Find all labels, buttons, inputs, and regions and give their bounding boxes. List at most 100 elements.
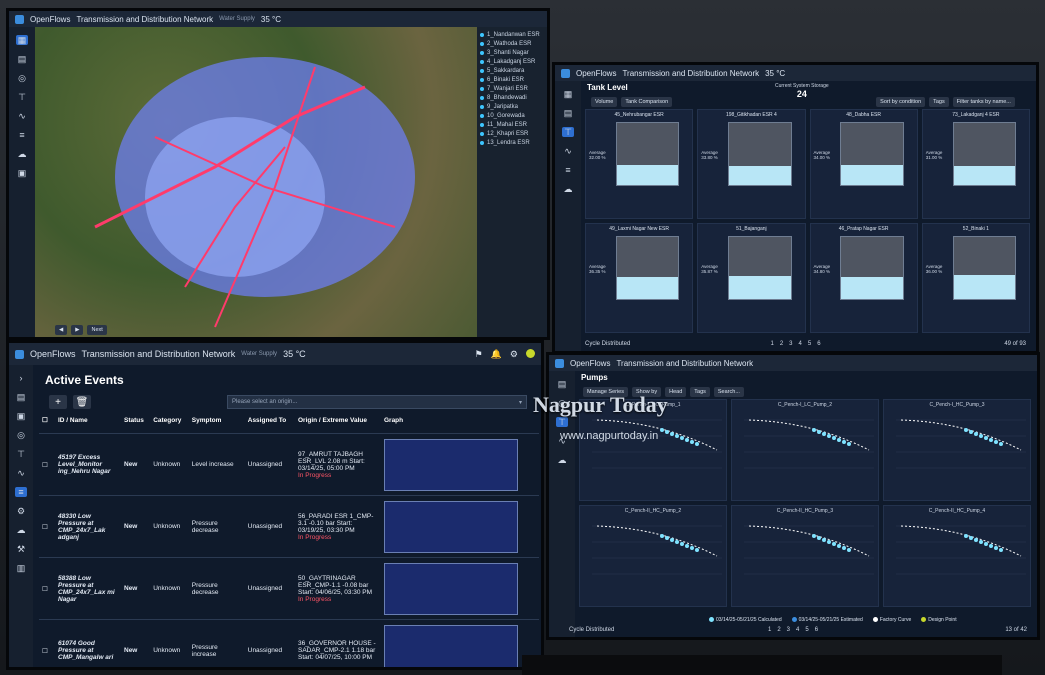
tank-card[interactable]: 48_Dabha ESR Average 34.00 %	[809, 109, 918, 219]
trend-icon[interactable]: ∿	[15, 468, 27, 478]
map-icon[interactable]: ▦	[562, 89, 574, 99]
events-icon[interactable]: ≡	[15, 487, 27, 497]
page-4[interactable]: 4	[796, 627, 799, 633]
chart-icon[interactable]: ▤	[556, 379, 568, 389]
layer-item[interactable]: 8_Bhandewadi	[480, 93, 544, 102]
tank-card[interactable]: 73_Lakadganj 4 ESR Average 31.00 %	[921, 109, 1030, 219]
network-title[interactable]: Transmission and Distribution Network	[616, 359, 753, 368]
settings-icon[interactable]: ⚙	[510, 349, 518, 360]
network-title[interactable]: Transmission and Distribution Network	[82, 349, 236, 359]
page-2[interactable]: 2	[777, 627, 780, 633]
expand-icon[interactable]: ›	[15, 373, 27, 383]
event-row[interactable]: ☐ 48330 Low Pressure at CMP_24x7_Lak adga…	[39, 495, 539, 558]
event-id-name[interactable]: 45197 Excess Level_Monitor ing_Nehru Nag…	[55, 433, 121, 496]
event-graph[interactable]	[380, 557, 539, 620]
page-1[interactable]: 1	[770, 341, 773, 347]
page-6[interactable]: 6	[817, 341, 820, 347]
tags-select[interactable]: Tags	[929, 97, 949, 107]
pump-icon[interactable]: ⊤	[556, 417, 568, 427]
event-id-name[interactable]: 61074 Good Pressure at CMP_Mangalw ari	[55, 619, 121, 667]
map-play-button[interactable]: ▶	[71, 325, 84, 335]
col-symptom[interactable]: Symptom	[188, 407, 245, 434]
network-title[interactable]: Transmission and Distribution Network	[622, 69, 759, 78]
map-next-button[interactable]: Next	[87, 325, 107, 335]
cloud-icon[interactable]: ☁	[562, 184, 574, 194]
pump-card[interactable]: C_Pench-I_HC_Pump_3	[883, 399, 1031, 501]
list-icon[interactable]: ≡	[562, 165, 574, 175]
event-graph[interactable]	[380, 433, 539, 496]
report-icon[interactable]: ▣	[15, 411, 27, 421]
event-graph[interactable]	[380, 495, 539, 558]
layer-item[interactable]: 4_Lakadganj ESR	[480, 57, 544, 66]
select-all-checkbox[interactable]: ☐	[39, 407, 55, 434]
head-select[interactable]: Head	[665, 387, 687, 397]
layer-item[interactable]: 10_Gorewada	[480, 111, 544, 120]
row-checkbox[interactable]: ☐	[39, 557, 55, 620]
gauge-icon[interactable]: ◎	[15, 430, 27, 440]
row-checkbox[interactable]: ☐	[39, 433, 55, 496]
col-id-name[interactable]: ID / Name	[55, 407, 121, 434]
sort-select[interactable]: Sort by condition	[876, 97, 926, 107]
layer-item[interactable]: 6_Binaki ESR	[480, 75, 544, 84]
pump-card[interactable]: C_Pench-II_HC_Pump_4	[883, 505, 1031, 607]
network-map[interactable]: ◀ ▶ Next	[35, 27, 477, 337]
page-1[interactable]: 1	[768, 627, 771, 633]
list-icon[interactable]: ≡	[16, 130, 28, 140]
tank-card[interactable]: 49_Laxmi Nagar New ESR Average 36.35 %	[585, 223, 694, 333]
cloud-icon[interactable]: ☁	[15, 525, 27, 535]
layer-item[interactable]: 11_Mahal ESR	[480, 120, 544, 129]
page-5[interactable]: 5	[805, 627, 808, 633]
pump-icon[interactable]: ⊤	[15, 449, 27, 459]
bell-icon[interactable]: 🔔	[491, 349, 502, 360]
row-checkbox[interactable]: ☐	[39, 495, 55, 558]
document-icon[interactable]: ▥	[15, 563, 27, 573]
tank-card[interactable]: 198_Gitikhadan ESR 4 Average 33.80 %	[697, 109, 806, 219]
tank-icon[interactable]: ⊤	[562, 127, 574, 137]
chart-icon[interactable]: ▤	[562, 108, 574, 118]
layer-item[interactable]: 13_Lendra ESR	[480, 138, 544, 147]
trend-icon[interactable]: ∿	[16, 111, 28, 121]
layer-item[interactable]: 5_Sakkardara	[480, 66, 544, 75]
chart-icon[interactable]: ▤	[15, 392, 27, 402]
event-id-name[interactable]: 48330 Low Pressure at CMP_24x7_Lak adgan…	[55, 495, 121, 558]
report-icon[interactable]: ▣	[16, 168, 28, 178]
map-prev-button[interactable]: ◀	[55, 325, 68, 335]
col-category[interactable]: Category	[150, 407, 189, 434]
event-row[interactable]: ☐ 45197 Excess Level_Monitor ing_Nehru Na…	[39, 433, 539, 496]
flag-icon[interactable]: ⚑	[475, 349, 483, 360]
user-avatar[interactable]	[526, 348, 535, 358]
layer-item[interactable]: 3_Shanti Nagar	[480, 48, 544, 57]
col-assigned[interactable]: Assigned To	[244, 407, 295, 434]
pump-search-input[interactable]: Search...	[713, 387, 744, 397]
pump-icon[interactable]: ⊤	[16, 92, 28, 102]
cloud-icon[interactable]: ☁	[556, 455, 568, 465]
cloud-icon[interactable]: ☁	[16, 149, 28, 159]
layer-item[interactable]: 2_Wathoda ESR	[480, 39, 544, 48]
pump-card[interactable]: C_Pench-I_LC_Pump_2	[731, 399, 879, 501]
layer-item[interactable]: 12_Khapri ESR	[480, 129, 544, 138]
page-5[interactable]: 5	[808, 341, 811, 347]
tools-icon[interactable]: ⚒	[15, 544, 27, 554]
row-checkbox[interactable]: ☐	[39, 619, 55, 667]
tags-select[interactable]: Tags	[690, 387, 710, 397]
gauge-icon[interactable]: ◎	[16, 73, 28, 83]
page-2[interactable]: 2	[780, 341, 783, 347]
event-assigned[interactable]: Unassigned	[244, 433, 295, 496]
network-title[interactable]: Transmission and Distribution Network	[76, 15, 213, 24]
trend-icon[interactable]: ∿	[562, 146, 574, 156]
page-6[interactable]: 6	[815, 627, 818, 633]
chart-icon[interactable]: ▤	[16, 54, 28, 64]
tank-comparison-button[interactable]: Tank Comparison	[621, 97, 673, 107]
layer-item[interactable]: 7_Wanjari ESR	[480, 84, 544, 93]
event-assigned[interactable]: Unassigned	[244, 619, 295, 667]
event-assigned[interactable]: Unassigned	[244, 557, 295, 620]
layer-item[interactable]: 1_Nandanwan ESR	[480, 30, 544, 39]
event-row[interactable]: ☐ 61074 Good Pressure at CMP_Mangalw ari N…	[39, 619, 539, 667]
layer-item[interactable]: 9_Jaripatka	[480, 102, 544, 111]
event-assigned[interactable]: Unassigned	[244, 495, 295, 558]
page-4[interactable]: 4	[799, 341, 802, 347]
page-3[interactable]: 3	[789, 341, 792, 347]
col-status[interactable]: Status	[121, 407, 151, 434]
event-graph[interactable]	[380, 619, 539, 667]
pump-card[interactable]: C_Pench-II_HC_Pump_3	[731, 505, 879, 607]
